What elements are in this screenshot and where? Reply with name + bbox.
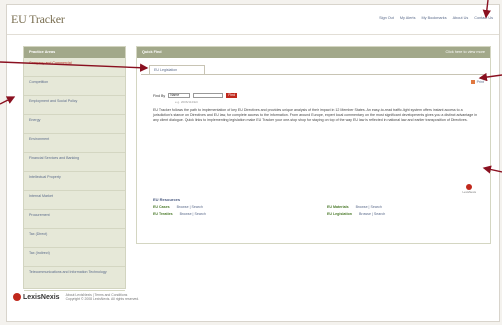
annotation-arrows xyxy=(0,0,502,174)
arrow-to-badge xyxy=(482,165,502,174)
arrow-to-tab xyxy=(0,61,149,72)
arrow-to-print xyxy=(478,72,502,82)
arrow-to-contact xyxy=(482,0,491,19)
arrow-to-sidebar xyxy=(0,96,16,105)
